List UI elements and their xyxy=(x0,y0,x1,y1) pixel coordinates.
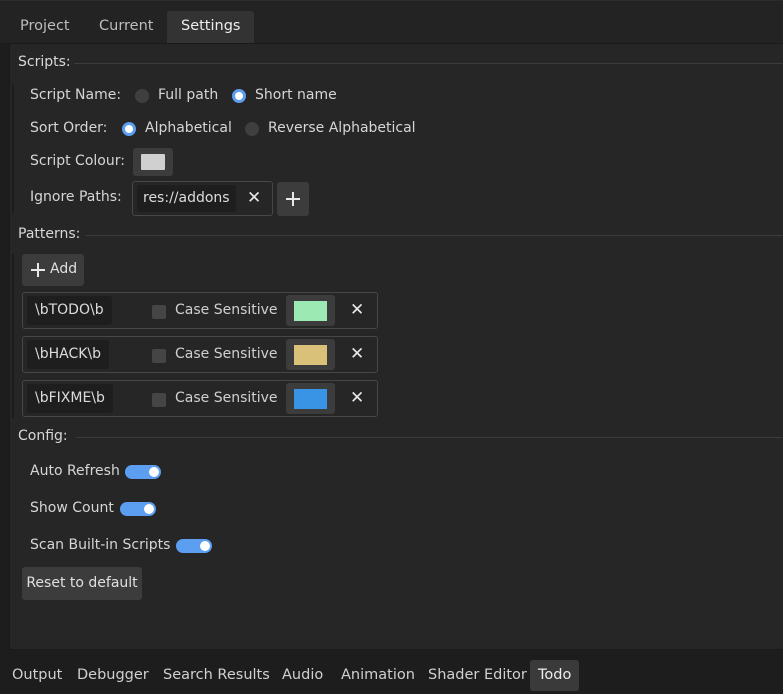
toggle-knob xyxy=(200,541,210,551)
show-count-label: Show Count xyxy=(30,500,114,516)
add-pattern-label: Add xyxy=(50,261,78,277)
add-ignore-path-button[interactable] xyxy=(277,182,309,216)
script-colour-picker[interactable] xyxy=(133,148,173,176)
bottom-tab-animation[interactable]: Animation xyxy=(333,660,423,691)
bottom-tab-debugger[interactable]: Debugger xyxy=(69,660,157,691)
pattern-row-hack: \bHACK\b Case Sensitive ✕ xyxy=(22,336,378,373)
case-sensitive-checkbox[interactable] xyxy=(152,305,166,319)
bottom-panel-tab-bar: Output Debugger Search Results Audio Ani… xyxy=(0,657,783,694)
pattern-color-swatch xyxy=(294,301,327,321)
config-divider xyxy=(76,437,783,438)
auto-refresh-toggle[interactable] xyxy=(125,465,161,479)
patterns-section-label: Patterns: xyxy=(18,226,81,242)
plus-icon xyxy=(286,192,300,206)
full-path-label[interactable]: Full path xyxy=(158,87,218,103)
scan-builtin-label: Scan Built-in Scripts xyxy=(30,537,171,553)
pattern-color-picker[interactable] xyxy=(286,339,335,370)
patterns-indent-line xyxy=(12,254,14,418)
bottom-tab-shader-editor[interactable]: Shader Editor xyxy=(420,660,535,691)
pattern-color-picker[interactable] xyxy=(286,295,335,326)
scan-builtin-toggle[interactable] xyxy=(176,539,212,553)
script-colour-label: Script Colour: xyxy=(30,153,125,169)
tab-settings[interactable]: Settings xyxy=(167,11,255,43)
scripts-section-label: Scripts: xyxy=(18,54,71,70)
radio-short-name[interactable] xyxy=(232,89,246,103)
patterns-divider xyxy=(86,235,783,236)
pattern-input[interactable]: \bFIXME\b xyxy=(27,384,113,413)
case-sensitive-checkbox[interactable] xyxy=(152,393,166,407)
reset-to-default-button[interactable]: Reset to default xyxy=(22,567,142,600)
script-colour-swatch xyxy=(141,154,165,170)
ignore-path-item: res://addons ✕ xyxy=(132,181,273,216)
pattern-row-fixme: \bFIXME\b Case Sensitive ✕ xyxy=(22,380,378,417)
radio-reverse-alphabetical[interactable] xyxy=(245,122,259,136)
toggle-knob xyxy=(149,467,159,477)
tab-project[interactable]: Project xyxy=(6,11,84,43)
bottom-tab-audio[interactable]: Audio xyxy=(274,660,331,691)
remove-pattern-close-icon[interactable]: ✕ xyxy=(350,302,364,319)
dock-tab-bar: Project Current Settings xyxy=(0,11,783,43)
sort-order-label: Sort Order: xyxy=(30,120,108,136)
alphabetical-label[interactable]: Alphabetical xyxy=(145,120,232,136)
remove-pattern-close-icon[interactable]: ✕ xyxy=(350,346,364,363)
pattern-color-swatch xyxy=(294,345,327,365)
pattern-color-picker[interactable] xyxy=(286,383,335,414)
show-count-toggle[interactable] xyxy=(120,502,156,516)
scripts-indent-line xyxy=(12,85,14,213)
pattern-input[interactable]: \bTODO\b xyxy=(27,296,112,325)
bottom-tab-output[interactable]: Output xyxy=(4,660,70,691)
ignore-paths-label: Ignore Paths: xyxy=(30,189,122,205)
case-sensitive-checkbox[interactable] xyxy=(152,349,166,363)
reverse-alphabetical-label[interactable]: Reverse Alphabetical xyxy=(268,120,416,136)
bottom-tab-search-results[interactable]: Search Results xyxy=(155,660,278,691)
config-section-label: Config: xyxy=(18,428,68,444)
top-strip xyxy=(0,0,783,11)
radio-full-path[interactable] xyxy=(135,89,149,103)
case-sensitive-label[interactable]: Case Sensitive xyxy=(175,346,278,362)
pattern-row-todo: \bTODO\b Case Sensitive ✕ xyxy=(22,292,378,329)
scripts-divider xyxy=(74,63,783,64)
toggle-knob xyxy=(144,504,154,514)
tab-current[interactable]: Current xyxy=(85,11,167,43)
add-pattern-button[interactable]: Add xyxy=(22,254,84,286)
pattern-color-swatch xyxy=(294,389,327,409)
short-name-label[interactable]: Short name xyxy=(255,87,337,103)
case-sensitive-label[interactable]: Case Sensitive xyxy=(175,390,278,406)
bottom-tab-todo[interactable]: Todo xyxy=(530,660,580,691)
radio-alphabetical[interactable] xyxy=(122,122,136,136)
script-name-label: Script Name: xyxy=(30,87,122,103)
plus-icon xyxy=(31,263,45,277)
case-sensitive-label[interactable]: Case Sensitive xyxy=(175,302,278,318)
remove-path-close-icon[interactable]: ✕ xyxy=(247,190,261,207)
remove-pattern-close-icon[interactable]: ✕ xyxy=(350,390,364,407)
pattern-input[interactable]: \bHACK\b xyxy=(27,340,110,369)
auto-refresh-label: Auto Refresh xyxy=(30,463,120,479)
ignore-path-text[interactable]: res://addons xyxy=(137,185,236,212)
